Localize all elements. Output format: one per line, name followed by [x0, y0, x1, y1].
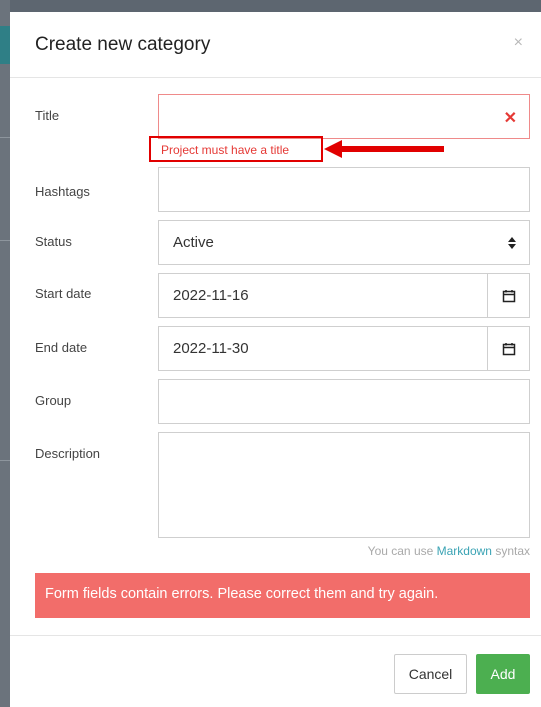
create-category-modal: Create new category × Title ✕ Project mu… — [10, 12, 541, 707]
title-error-message: Project must have a title — [161, 143, 290, 157]
description-textarea[interactable] — [158, 432, 530, 538]
hashtags-input[interactable] — [158, 167, 530, 212]
hashtags-label: Hashtags — [35, 184, 90, 199]
backdrop-divider — [0, 240, 10, 241]
end-date-label: End date — [35, 340, 88, 355]
start-date-value: 2022-11-16 — [173, 287, 249, 304]
error-highlight-box: Project must have a title — [149, 136, 323, 162]
close-icon[interactable]: × — [514, 34, 523, 52]
end-date-input[interactable]: 2022-11-30 — [158, 326, 530, 371]
calendar-icon — [502, 289, 515, 302]
form-error-alert: Form fields contain errors. Please corre… — [35, 573, 530, 618]
end-date-value: 2022-11-30 — [173, 340, 249, 357]
title-label: Title — [35, 108, 60, 123]
group-label: Group — [35, 393, 72, 408]
start-date-picker-button[interactable] — [487, 274, 529, 317]
calendar-icon — [502, 342, 515, 355]
title-input[interactable]: ✕ — [158, 94, 530, 139]
status-select[interactable]: Active — [158, 220, 530, 265]
end-date-picker-button[interactable] — [487, 327, 529, 370]
hint-suffix: syntax — [491, 544, 530, 558]
hint-prefix: You can use — [367, 544, 437, 558]
markdown-hint: You can use Markdown syntax — [368, 544, 530, 558]
backdrop-accent — [0, 26, 10, 64]
group-input[interactable] — [158, 379, 530, 424]
add-button[interactable]: Add — [476, 654, 530, 694]
cancel-button[interactable]: Cancel — [394, 654, 467, 694]
modal-header: Create new category × — [10, 12, 541, 78]
status-label: Status — [35, 234, 72, 249]
start-date-input[interactable]: 2022-11-16 — [158, 273, 530, 318]
backdrop-divider — [0, 460, 10, 461]
markdown-link[interactable]: Markdown — [437, 544, 492, 558]
backdrop-left — [0, 0, 10, 707]
description-label: Description — [35, 446, 101, 461]
sort-icon — [508, 237, 516, 249]
footer-divider — [10, 635, 541, 636]
error-clear-icon: ✕ — [503, 110, 517, 127]
backdrop-divider — [0, 137, 10, 138]
modal-title: Create new category — [35, 34, 211, 55]
status-select-value: Active — [173, 234, 214, 251]
backdrop-top — [0, 0, 541, 12]
annotation-arrow-shaft — [340, 146, 444, 152]
start-date-label: Start date — [35, 286, 92, 301]
